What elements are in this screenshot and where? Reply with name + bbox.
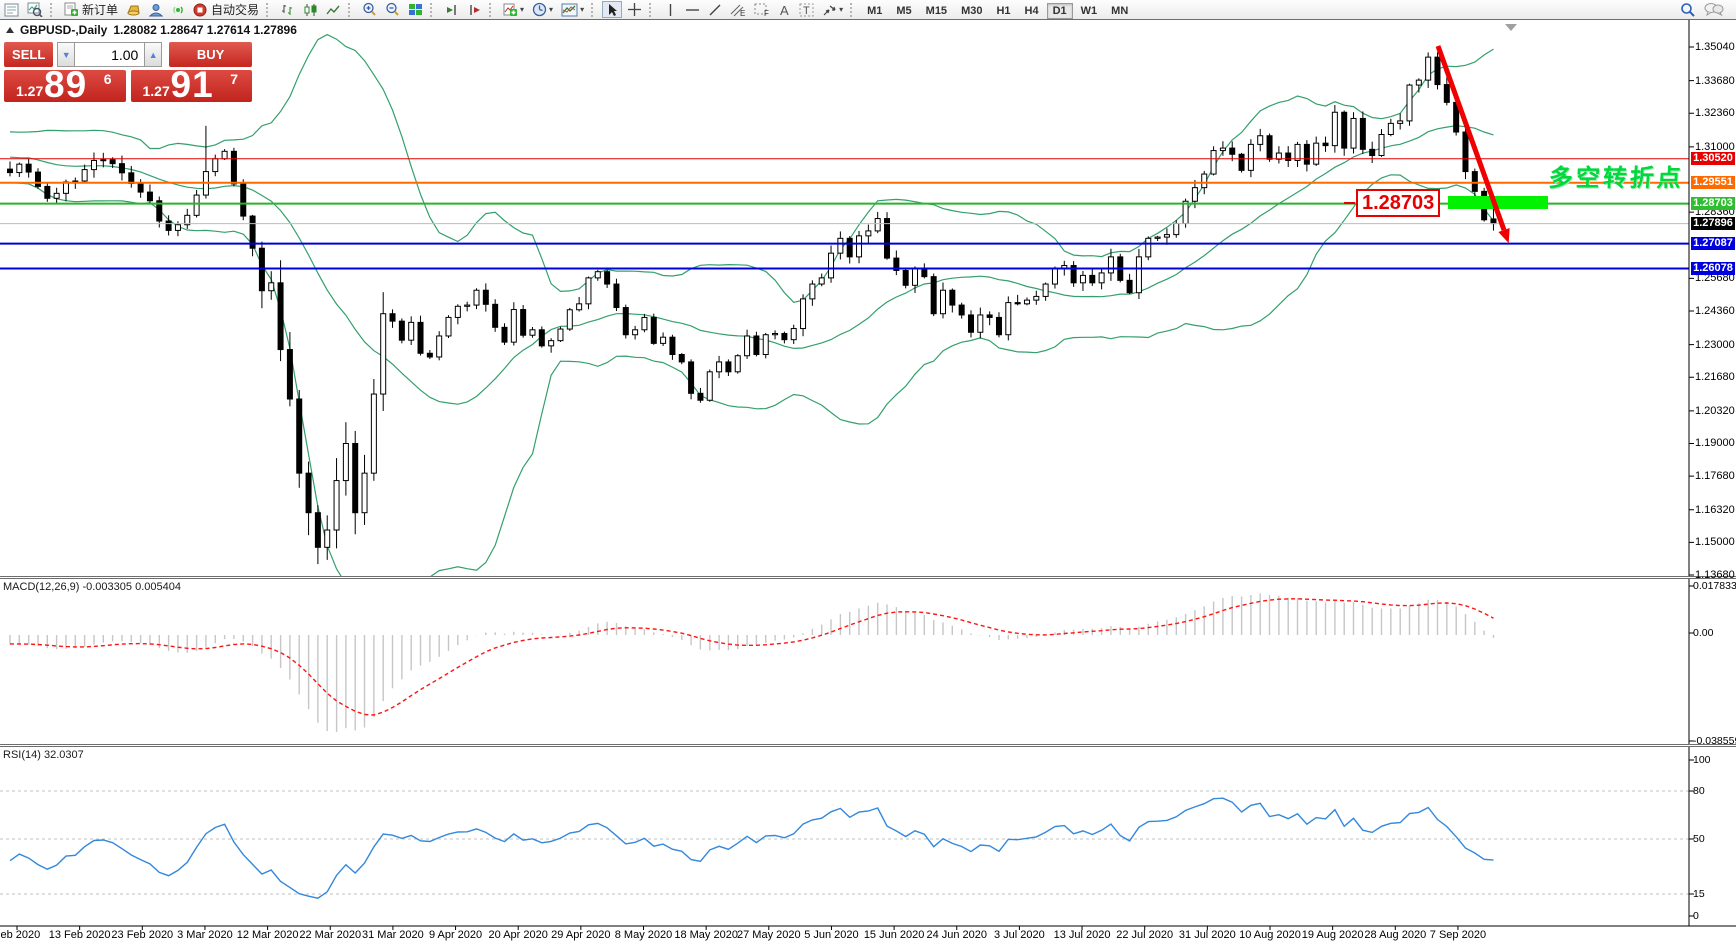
collapse-panel-icon[interactable]: [6, 27, 14, 33]
date-tick-label: 13 Feb 2020: [48, 929, 111, 941]
date-tick-label: 29 Apr 2020: [551, 929, 611, 941]
date-tick-label: 22 Jul 2020: [1116, 929, 1174, 941]
one-click-trading-panel: SELL ▼ 1.00 ▲ BUY 1.27 89 6 1.27 91 7: [4, 42, 253, 105]
date-tick-label: Feb 2020: [0, 929, 41, 941]
price-callout-label[interactable]: 1.28703: [1356, 189, 1441, 217]
price-level-label: 1.26078: [1691, 261, 1735, 275]
date-tick-label: 20 Apr 2020: [488, 929, 548, 941]
date-tick-label: 12 Mar 2020: [236, 929, 299, 941]
indicator-tick-label: 15: [1693, 888, 1705, 900]
date-tick-label: 31 Jul 2020: [1178, 929, 1236, 941]
buy-price-pips: 91: [170, 64, 214, 105]
turning-point-annotation[interactable]: 多空转折点: [1548, 158, 1685, 193]
sell-price-point: 6: [103, 71, 112, 87]
date-tick-label: 7 Sep 2020: [1429, 929, 1487, 941]
price-tick-label: 1.33680: [1695, 74, 1735, 87]
price-level-label: 1.30520: [1691, 151, 1735, 165]
date-tick-label: 3 Jul 2020: [994, 929, 1045, 941]
indicator-tick-label: 80: [1693, 785, 1705, 797]
mt4-terminal-window: 新订单 自动交易 ▾ ▾ ▾ E F A T ▾ M1 M5 M15 M30 H…: [0, 0, 1736, 942]
quote-line: GBPUSD-,Daily 1.28082 1.28647 1.27614 1.…: [6, 23, 297, 37]
date-tick-label: 18 May 2020: [674, 929, 738, 941]
date-tick-label: 9 Apr 2020: [428, 929, 483, 941]
buy-price-prefix: 1.27: [142, 83, 170, 99]
buy-price-point: 7: [230, 71, 238, 87]
date-tick-label: 10 Aug 2020: [1239, 929, 1301, 941]
price-level-label: 1.28703: [1691, 196, 1735, 210]
date-tick-label: 22 Mar 2020: [299, 929, 362, 941]
indicator-tick-label: -0.038559: [1693, 735, 1736, 747]
price-level-label: 1.27087: [1691, 236, 1735, 250]
date-tick-label: 3 Mar 2020: [177, 929, 233, 941]
sell-price-display[interactable]: 1.27 89 6: [4, 64, 126, 105]
indicator-tick-label: 50: [1693, 833, 1705, 845]
date-tick-label: 5 Jun 2020: [804, 929, 859, 941]
chart-canvas[interactable]: [0, 0, 1736, 942]
indicator-tick-label: 0.017833: [1693, 580, 1736, 592]
indicator-tick-label: 100: [1693, 754, 1711, 766]
buy-price-display[interactable]: 1.27 91 7: [130, 64, 252, 105]
date-tick-label: 15 Jun 2020: [863, 929, 925, 941]
rsi-indicator-label: RSI(14) 32.0307: [3, 749, 84, 761]
rsi-pane-divider[interactable]: [0, 744, 1736, 747]
date-tick-label: 13 Jul 2020: [1053, 929, 1111, 941]
date-tick-label: 28 Aug 2020: [1364, 929, 1427, 941]
price-tick-label: 1.32360: [1695, 107, 1735, 120]
price-callout-pointer: [1344, 202, 1355, 204]
price-tick-label: 1.17680: [1695, 470, 1735, 483]
price-level-label: 1.27896: [1691, 216, 1735, 230]
price-tick-label: 1.21680: [1695, 371, 1735, 384]
sell-price-pips: 89: [44, 64, 88, 105]
price-tick-label: 1.16320: [1695, 503, 1735, 516]
date-tick-label: 31 Mar 2020: [362, 929, 424, 941]
macd-pane-divider[interactable]: [0, 576, 1736, 579]
date-tick-label: 23 Feb 2020: [111, 929, 174, 941]
symbol-period-label: GBPUSD-,Daily: [20, 23, 108, 37]
date-tick-label: 8 May 2020: [614, 929, 673, 941]
indicator-tick-label: 0.00: [1693, 627, 1714, 639]
date-tick-label: 19 Aug 2020: [1301, 929, 1364, 941]
chart-shift-marker-icon[interactable]: [1505, 24, 1517, 31]
price-tick-label: 1.19000: [1695, 437, 1735, 450]
price-level-label: 1.29551: [1691, 175, 1735, 189]
date-tick-label: 27 May 2020: [736, 929, 801, 941]
price-tick-label: 1.23000: [1695, 338, 1735, 351]
sell-price-prefix: 1.27: [16, 83, 44, 99]
price-tick-label: 1.24360: [1695, 305, 1735, 317]
price-tick-label: 1.35040: [1695, 41, 1735, 53]
price-tick-label: 1.20320: [1695, 404, 1735, 417]
volume-increase-button[interactable]: ▲: [144, 42, 163, 67]
macd-indicator-label: MACD(12,26,9) -0.003305 0.005404: [3, 581, 181, 593]
price-tick-label: 1.15000: [1695, 536, 1735, 549]
ohlc-values: 1.28082 1.28647 1.27614 1.27896: [113, 23, 297, 37]
date-tick-label: 24 Jun 2020: [926, 929, 988, 941]
indicator-tick-label: 0: [1693, 910, 1699, 922]
